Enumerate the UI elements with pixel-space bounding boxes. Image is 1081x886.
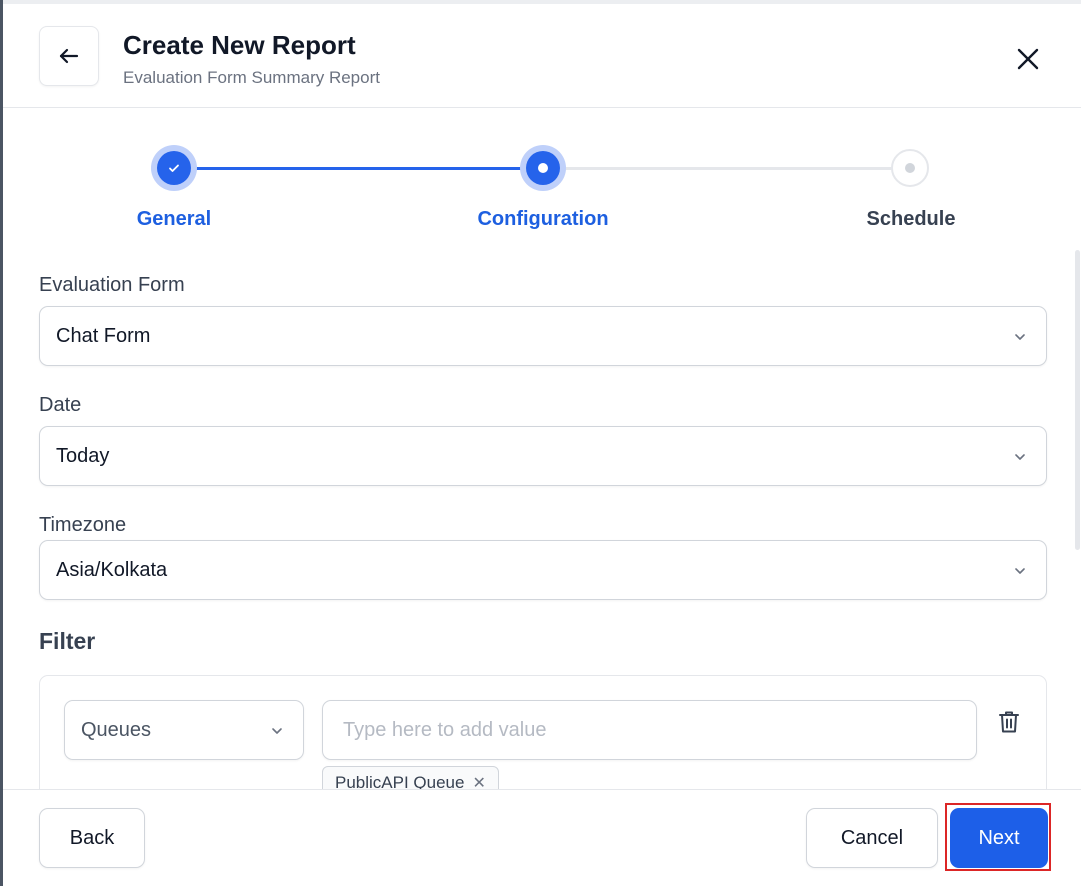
date-select[interactable]: Today	[39, 426, 1047, 486]
step-general-indicator	[151, 145, 197, 191]
back-button[interactable]: Back	[39, 808, 145, 868]
chevron-down-icon	[1015, 334, 1025, 340]
cancel-button[interactable]: Cancel	[806, 808, 938, 868]
evaluation-form-select[interactable]: Chat Form	[39, 306, 1047, 366]
delete-filter-button[interactable]	[995, 706, 1023, 738]
dialog-header: Create New Report Evaluation Form Summar…	[3, 4, 1081, 108]
timezone-value: Asia/Kolkata	[56, 558, 168, 581]
page-subtitle: Evaluation Form Summary Report	[123, 68, 380, 87]
progress-stepper: General Configuration Schedule	[3, 108, 1081, 248]
arrow-left-icon	[59, 48, 79, 64]
step-label-schedule: Schedule	[866, 208, 956, 230]
evaluation-form-label: Evaluation Form	[39, 274, 185, 296]
scrollbar[interactable]	[1075, 250, 1080, 550]
check-icon	[169, 164, 179, 172]
chevron-down-icon	[1015, 568, 1025, 574]
evaluation-form-value: Chat Form	[56, 324, 151, 347]
filter-value-input[interactable]	[322, 700, 977, 760]
stepper-line-pending	[543, 167, 912, 170]
chevron-down-icon	[1015, 454, 1025, 460]
step-schedule-indicator	[891, 149, 929, 187]
filter-type-select[interactable]: Queues	[64, 700, 304, 760]
stepper-line-completed	[174, 167, 543, 170]
date-value: Today	[56, 444, 110, 467]
page-title: Create New Report	[123, 30, 356, 60]
next-button-highlight	[945, 803, 1051, 871]
back-arrow-button[interactable]	[39, 26, 99, 86]
filter-type-value: Queues	[81, 718, 152, 741]
trash-icon	[999, 711, 1019, 733]
step-configuration-indicator	[520, 145, 566, 191]
timezone-label: Timezone	[39, 514, 127, 536]
filter-section-title: Filter	[39, 628, 96, 654]
step-label-general: General	[136, 208, 212, 230]
step-label-configuration: Configuration	[477, 208, 609, 230]
date-label: Date	[39, 394, 82, 416]
timezone-select[interactable]: Asia/Kolkata	[39, 540, 1047, 600]
chevron-down-icon	[272, 728, 282, 734]
close-icon	[1017, 48, 1039, 70]
close-button[interactable]	[1011, 42, 1045, 76]
